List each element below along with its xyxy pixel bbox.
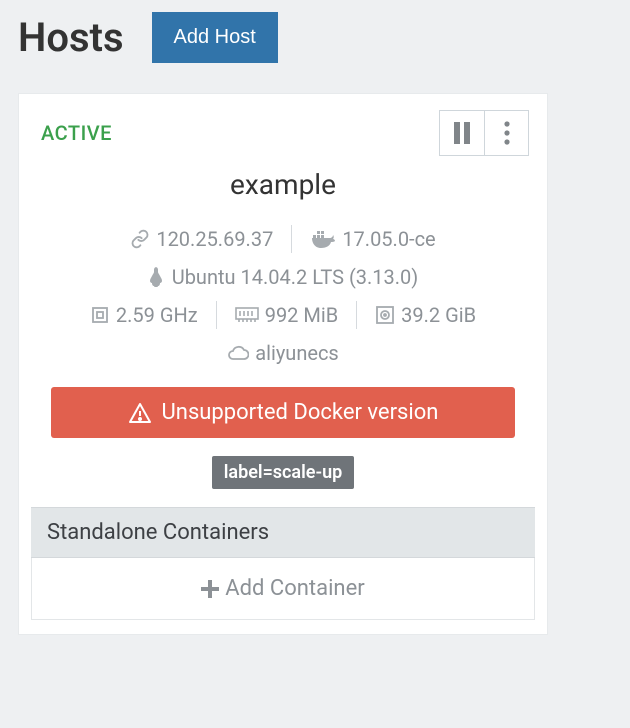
warning-text: Unsupported Docker version	[162, 400, 439, 425]
info-row-provider: aliyunecs	[19, 335, 547, 371]
provider-item: aliyunecs	[209, 341, 357, 365]
containers-section-header: Standalone Containers	[31, 507, 535, 558]
storage-value: 39.2 GiB	[401, 303, 476, 327]
page-header: Hosts Add Host	[0, 0, 630, 81]
os-item: Ubuntu 14.04.2 LTS (3.13.0)	[130, 265, 437, 289]
pause-button[interactable]	[440, 111, 484, 155]
cpu-icon	[90, 305, 110, 325]
label-chip: label=scale-up	[212, 456, 355, 489]
pause-icon	[453, 122, 471, 144]
disk-icon	[375, 305, 395, 325]
memory-item: 992 MiB	[217, 303, 356, 327]
memory-value: 992 MiB	[265, 303, 338, 327]
add-container-button[interactable]: Add Container	[31, 558, 535, 620]
cloud-icon	[227, 345, 249, 361]
memory-icon	[235, 307, 259, 323]
host-card: ACTIVE example 120.25.69.37	[18, 93, 548, 635]
cpu-item: 2.59 GHz	[72, 303, 216, 327]
docker-icon	[310, 230, 336, 248]
info-row-hw: 2.59 GHz 992 MiB 39.2 GiB	[19, 295, 547, 335]
provider-value: aliyunecs	[255, 341, 339, 365]
label-row: label=scale-up	[19, 452, 547, 507]
host-name: example	[19, 164, 547, 219]
card-top-row: ACTIVE	[19, 94, 547, 164]
plus-icon	[201, 580, 219, 598]
kebab-menu-icon	[504, 121, 510, 145]
info-row-net: 120.25.69.37 17.05.0-ce	[19, 219, 547, 259]
ip-item: 120.25.69.37	[112, 227, 291, 251]
linux-icon	[148, 267, 166, 287]
docker-version-value: 17.05.0-ce	[342, 227, 435, 251]
card-actions	[439, 110, 529, 156]
page-title: Hosts	[18, 14, 124, 61]
status-badge: ACTIVE	[41, 121, 112, 145]
warning-icon	[128, 402, 152, 424]
add-host-button[interactable]: Add Host	[152, 12, 278, 63]
ip-value: 120.25.69.37	[156, 227, 273, 251]
menu-button[interactable]	[484, 111, 528, 155]
link-icon	[130, 229, 150, 249]
info-row-os: Ubuntu 14.04.2 LTS (3.13.0)	[19, 259, 547, 295]
add-container-label: Add Container	[225, 576, 364, 601]
cpu-value: 2.59 GHz	[116, 303, 198, 327]
os-value: Ubuntu 14.04.2 LTS (3.13.0)	[172, 265, 419, 289]
docker-item: 17.05.0-ce	[292, 227, 453, 251]
warning-banner: Unsupported Docker version	[51, 387, 515, 438]
storage-item: 39.2 GiB	[357, 303, 494, 327]
